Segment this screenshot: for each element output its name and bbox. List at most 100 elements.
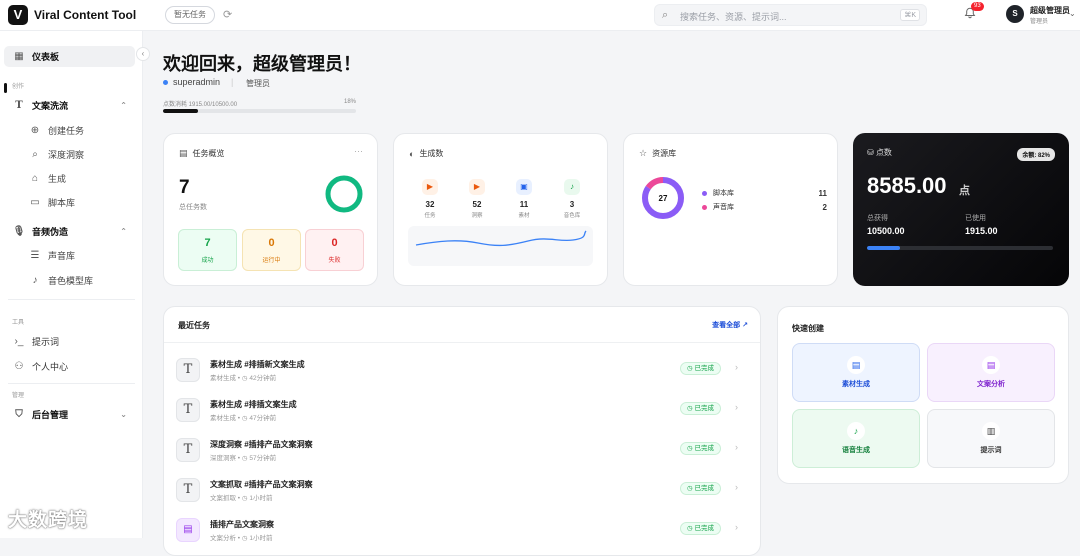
table-row[interactable]: T 素材生成 #排插文案生成 素材生成 • ◷ 47分钟前 ◷ 已完成 › <box>164 391 760 431</box>
table-row[interactable]: ▤ 插排产品文案洞察 文案分析 • ◷ 1小时前 ◷ 已完成 › <box>164 511 760 551</box>
sidebar-item-voice-model-library[interactable]: ♪ 音色模型库 <box>20 270 135 291</box>
sidebar-item-label: 脚本库 <box>48 198 76 208</box>
sidebar-item-label: 个人中心 <box>32 362 69 372</box>
table-row[interactable]: T 文案抓取 #插排产品文案洞察 文案抓取 • ◷ 1小时前 ◷ 已完成 › <box>164 471 760 511</box>
user-name[interactable]: 超级管理员 <box>1030 5 1070 16</box>
sidebar-item-voice-library[interactable]: ☰ 声音库 <box>20 245 135 266</box>
used-value: 1915.00 <box>965 226 998 236</box>
sidebar-item-insight[interactable]: ⌕ 深度洞察 <box>20 144 135 165</box>
terminal-icon: ›_ <box>14 336 24 347</box>
search-icon: ⌕ <box>662 9 669 21</box>
sidebar-group-admin[interactable]: ⛉ 后台管理 ⌄ <box>4 404 135 425</box>
chevron-right-icon[interactable]: › <box>735 402 738 412</box>
points-usage-fill <box>163 109 198 113</box>
card-title: ▤ 任务概览 <box>179 148 225 159</box>
earned-label: 总获得 <box>867 215 888 222</box>
user-icon: ⚇ <box>14 361 24 372</box>
resource-row-scripts[interactable]: 脚本库 11 <box>702 188 827 198</box>
failed-label: 失败 <box>328 258 341 264</box>
table-row[interactable]: T 深度洞察 #插排产品文案洞察 深度洞察 • ◷ 57分钟前 ◷ 已完成 › <box>164 431 760 471</box>
status-badge: ◷ 已完成 <box>680 522 721 535</box>
sidebar-item-label: 仪表板 <box>32 52 60 62</box>
bar-chart-icon: ▥ <box>982 422 1000 440</box>
clipboard-icon: ▤ <box>982 356 1000 374</box>
microphone-icon: ♪ <box>32 275 38 286</box>
gen-tasks[interactable]: ▶ 32 任务 <box>410 179 450 219</box>
quick-material-button[interactable]: ▤ 素材生成 <box>792 343 920 402</box>
sidebar-item-create-task[interactable]: ⊕ 创建任务 <box>20 120 135 141</box>
sidebar-item-label: 音色模型库 <box>48 276 94 286</box>
video-icon: ▶ <box>422 179 438 195</box>
microphone-icon: ♪ <box>564 179 580 195</box>
used-label: 已使用 <box>965 215 986 222</box>
recent-tasks-card: 最近任务 查看全部 ↗ T 素材生成 #排插新文案生成 素材生成 • ◷ 42分… <box>163 306 761 556</box>
text-icon: T <box>176 358 200 382</box>
search-bar[interactable]: ⌕ 搜索任务、资源、提示词... ⌘K <box>654 4 927 26</box>
book-icon: ▭ <box>30 197 40 208</box>
sidebar-item-profile[interactable]: ⚇ 个人中心 <box>4 356 135 377</box>
refresh-icon[interactable]: ⟳ <box>223 8 232 21</box>
more-icon[interactable]: ··· <box>354 146 363 156</box>
quick-create-card: 快速创建 ▤ 素材生成 ▤ 文案分析 ♪ 语音生成 ▥ 提示词 <box>777 306 1069 484</box>
points-usage-percent: 18% <box>344 99 357 105</box>
view-all-link[interactable]: 查看全部 ↗ <box>712 320 748 330</box>
chevron-up-icon: ⌃ <box>120 101 127 110</box>
chevron-right-icon[interactable]: › <box>735 522 738 532</box>
divider <box>8 383 135 384</box>
sidebar-item-script-library[interactable]: ▭ 脚本库 <box>20 192 135 213</box>
page-title: 欢迎回来，超级管理员！ <box>163 54 361 74</box>
gen-voices[interactable]: ♪ 3 音色库 <box>552 179 592 219</box>
clipboard-icon: ▤ <box>176 518 200 542</box>
quick-voice-button[interactable]: ♪ 语音生成 <box>792 409 920 468</box>
resource-row-voices[interactable]: 声音库 2 <box>702 202 827 212</box>
resource-card: ☆ 资源库 27 脚本库 11 声音库 2 <box>623 133 838 286</box>
coins-icon: ⛁ <box>867 148 874 157</box>
search-placeholder: 搜索任务、资源、提示词... <box>680 12 787 22</box>
section-label: 工具 <box>12 320 25 326</box>
sidebar-group-audio[interactable]: 🎙 音频伪造 ⌃ <box>4 221 135 242</box>
card-title: ◐ 生成数 <box>409 148 443 159</box>
legend-dot <box>702 190 707 196</box>
chevron-right-icon[interactable]: › <box>735 482 738 492</box>
view-all-label: 查看全部 <box>712 322 741 329</box>
failed-stat[interactable]: 0 失败 <box>305 229 364 271</box>
avatar[interactable]: S <box>1006 5 1024 23</box>
chevron-right-icon[interactable]: › <box>735 362 738 372</box>
gen-materials[interactable]: ▣ 11 素材 <box>504 179 544 219</box>
earned-value: 10500.00 <box>867 226 905 236</box>
gen-value: 11 <box>519 200 529 209</box>
user-role: 管理员 <box>1030 19 1049 25</box>
quick-analysis-button[interactable]: ▤ 文案分析 <box>927 343 1055 402</box>
sidebar-group-label: 文案洗流 <box>32 101 69 111</box>
sidebar-item-prompts[interactable]: ›_ 提示词 <box>4 331 135 352</box>
sidebar-group-copy[interactable]: T 文案洗流 ⌃ <box>4 95 135 116</box>
gen-insights[interactable]: ▶ 52 洞察 <box>457 179 497 219</box>
sidebar-item-dashboard[interactable]: ▦ 仪表板 <box>4 46 135 67</box>
legend-dot <box>702 204 707 210</box>
task-name: 素材生成 #排插新文案生成 <box>210 360 305 369</box>
chevron-right-icon[interactable]: › <box>735 442 738 452</box>
chevron-down-icon[interactable]: ⌄ <box>1069 9 1076 18</box>
sidebar-item-label: 生成 <box>48 174 67 184</box>
text-icon: T <box>176 398 200 422</box>
success-stat[interactable]: 7 成功 <box>178 229 237 271</box>
table-row[interactable]: T 素材生成 #排插新文案生成 素材生成 • ◷ 42分钟前 ◷ 已完成 › <box>164 351 760 391</box>
resource-label: 脚本库 <box>713 190 734 197</box>
document-icon: ▤ <box>847 356 865 374</box>
grid-icon: ▦ <box>14 51 24 62</box>
points-used-fill <box>867 246 901 250</box>
card-title-text: 点数 <box>875 148 892 157</box>
sidebar-collapse-button[interactable]: ‹ <box>136 47 150 61</box>
quick-prompt-button[interactable]: ▥ 提示词 <box>927 409 1055 468</box>
quick-label: 素材生成 <box>842 381 870 388</box>
sidebar-item-generate[interactable]: ⌂ 生成 <box>20 168 135 189</box>
points-usage-label: 点数消耗 1915.00/10500.00 <box>163 102 238 108</box>
running-stat[interactable]: 0 运行中 <box>242 229 301 271</box>
search-icon: ⌕ <box>32 149 38 160</box>
task-status-button[interactable]: 暂无任务 <box>165 6 215 24</box>
text-icon: T <box>15 100 23 111</box>
quick-label: 语音生成 <box>842 447 870 454</box>
success-label: 成功 <box>201 258 214 264</box>
sidebar-item-label: 声音库 <box>48 251 76 261</box>
star-icon: ☆ <box>639 148 648 158</box>
